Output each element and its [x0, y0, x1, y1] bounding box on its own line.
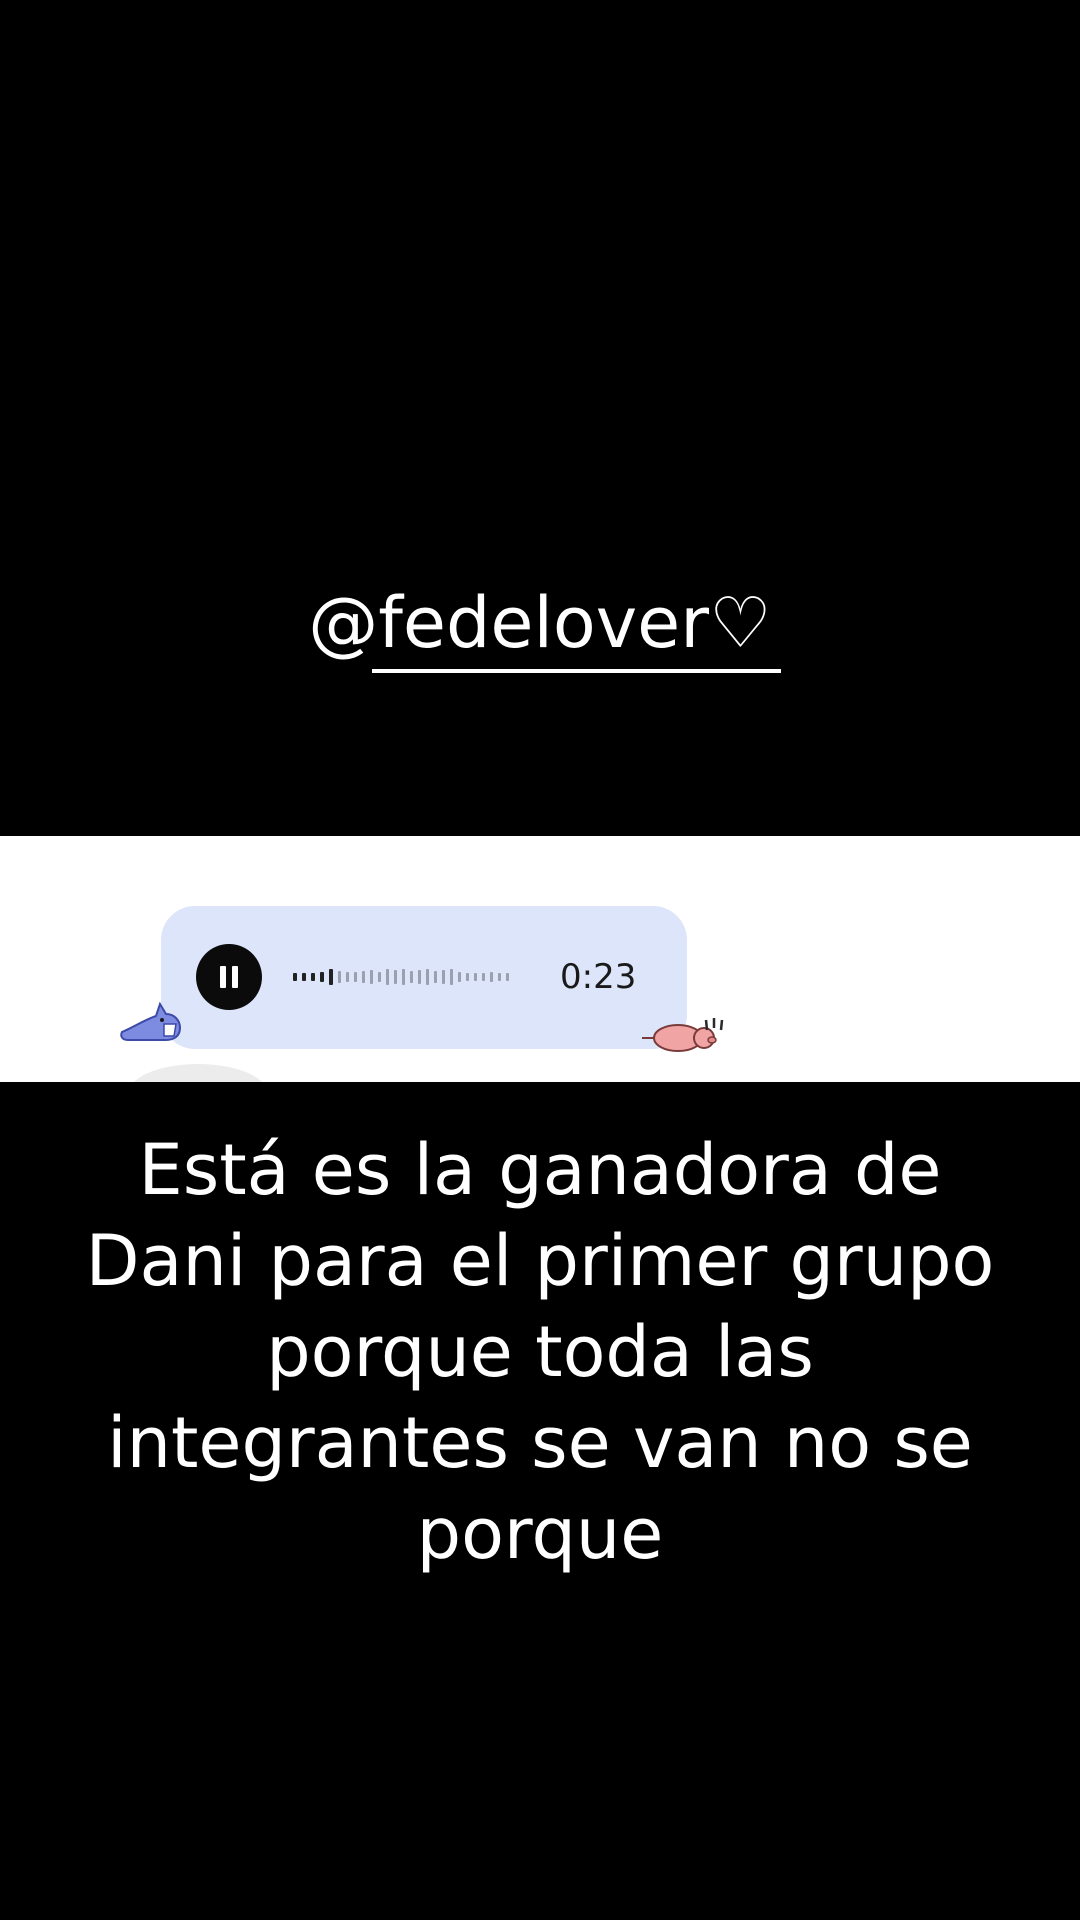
caption-area: Está es la ganadora de Dani para el prim…: [0, 1082, 1080, 1920]
pause-icon: [220, 966, 226, 988]
pig-sticker-icon: [642, 1018, 724, 1052]
top-black-area: @fedelover♡: [0, 0, 1080, 836]
pause-button[interactable]: [196, 944, 262, 1010]
shark-sticker-icon: [120, 1001, 182, 1041]
username-tag[interactable]: @fedelover♡: [0, 578, 1080, 668]
chat-screenshot-strip: 0:23: [0, 836, 1080, 1082]
caption-text: Está es la ganadora de Dani para el prim…: [85, 1129, 995, 1575]
avatar: [128, 1064, 268, 1082]
voice-message-bubble[interactable]: 0:23: [161, 906, 687, 1049]
voice-duration: 0:23: [560, 957, 637, 997]
pause-icon-bar: [232, 966, 238, 988]
audio-waveform[interactable]: [293, 962, 538, 992]
username-underline: [372, 669, 781, 673]
